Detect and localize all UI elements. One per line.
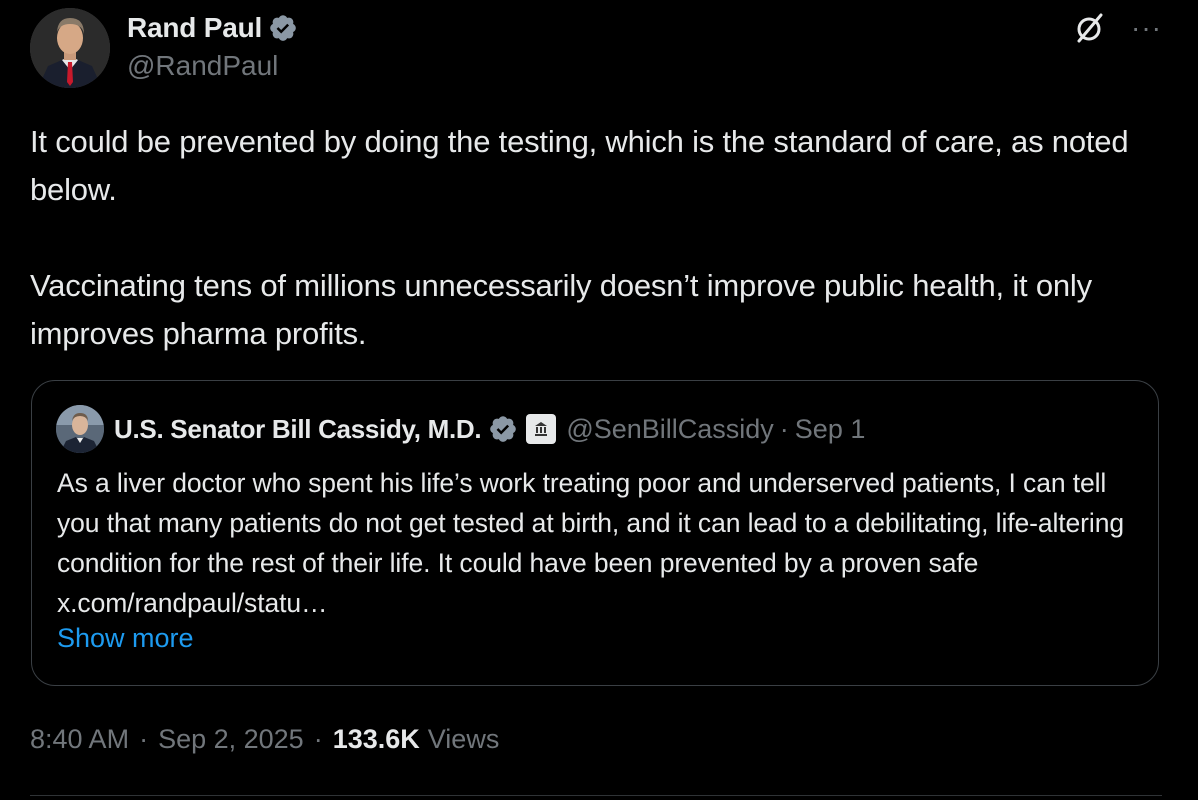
author-avatar[interactable] bbox=[30, 8, 110, 88]
quoted-author-name: U.S. Senator Bill Cassidy, M.D. bbox=[114, 413, 482, 444]
separator: · bbox=[139, 724, 149, 754]
government-badge-icon bbox=[526, 414, 557, 444]
verified-badge-icon[interactable] bbox=[268, 13, 298, 43]
separator: · bbox=[779, 413, 789, 444]
show-more-link[interactable]: Show more bbox=[57, 623, 194, 654]
tweet-meta: 8:40 AM · Sep 2, 2025 · 133.6K Views bbox=[30, 724, 499, 755]
quoted-tweet-text: As a liver doctor who spent his life’s w… bbox=[57, 468, 1124, 618]
views-count: 133.6K bbox=[332, 724, 420, 754]
verified-badge-icon bbox=[490, 416, 517, 442]
tweet-text: It could be prevented by doing the testi… bbox=[30, 124, 1129, 351]
author-block: Rand Paul @RandPaul bbox=[127, 10, 298, 82]
tweet: Rand Paul @RandPaul ··· It could be prev… bbox=[0, 0, 1198, 800]
quoted-author-avatar bbox=[56, 405, 104, 453]
quoted-author-handle: @SenBillCassidy bbox=[566, 413, 774, 444]
more-icon[interactable]: ··· bbox=[1131, 10, 1162, 46]
separator: · bbox=[313, 724, 323, 754]
quoted-tweet-header: U.S. Senator Bill Cassidy, M.D. @SenBill… bbox=[56, 405, 865, 453]
tweet-actions: ··· bbox=[1071, 10, 1162, 46]
grok-icon[interactable] bbox=[1071, 10, 1107, 46]
author-name[interactable]: Rand Paul bbox=[127, 12, 262, 44]
divider bbox=[30, 795, 1162, 796]
views-label: Views bbox=[427, 724, 500, 754]
tweet-date[interactable]: Sep 2, 2025 bbox=[158, 724, 304, 755]
quoted-tweet[interactable]: U.S. Senator Bill Cassidy, M.D. @SenBill… bbox=[31, 380, 1159, 686]
quoted-tweet-date: Sep 1 bbox=[794, 413, 866, 444]
tweet-time[interactable]: 8:40 AM bbox=[30, 724, 129, 755]
author-handle[interactable]: @RandPaul bbox=[127, 50, 298, 82]
